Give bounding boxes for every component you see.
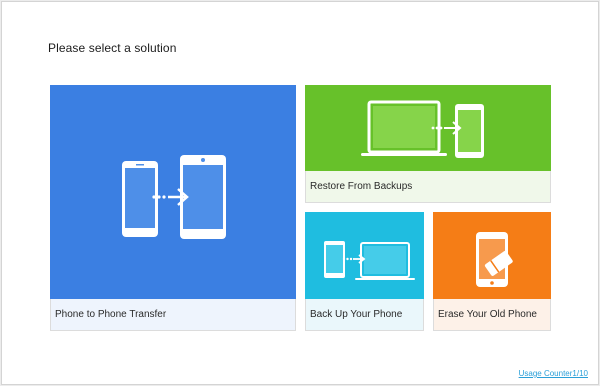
laptop-to-phone-icon (361, 100, 484, 158)
phone-transfer-art (50, 85, 296, 299)
page-title: Please select a solution (48, 41, 177, 55)
backup-phone-label: Back Up Your Phone (305, 299, 424, 331)
erase-phone-label: Erase Your Old Phone (433, 299, 551, 331)
phone-transfer-label: Phone to Phone Transfer (50, 299, 296, 331)
usage-counter-link[interactable]: Usage Counter1/10 (519, 369, 588, 378)
restore-backups-label: Restore From Backups (305, 171, 551, 203)
restore-backups-art (305, 85, 551, 171)
backup-phone-art (305, 212, 424, 299)
erase-phone-art (433, 212, 551, 299)
restore-backups-tile[interactable]: Restore From Backups (305, 85, 551, 203)
phone-to-laptop-icon (324, 241, 415, 280)
phone-transfer-tile[interactable]: Phone to Phone Transfer (50, 85, 296, 331)
phone-to-phone-icon (122, 155, 226, 239)
erase-phone-tile[interactable]: Erase Your Old Phone (433, 212, 551, 331)
backup-phone-tile[interactable]: Back Up Your Phone (305, 212, 424, 331)
phone-eraser-icon (476, 232, 513, 287)
app-window: Please select a solution Phone to Phone … (1, 1, 599, 385)
